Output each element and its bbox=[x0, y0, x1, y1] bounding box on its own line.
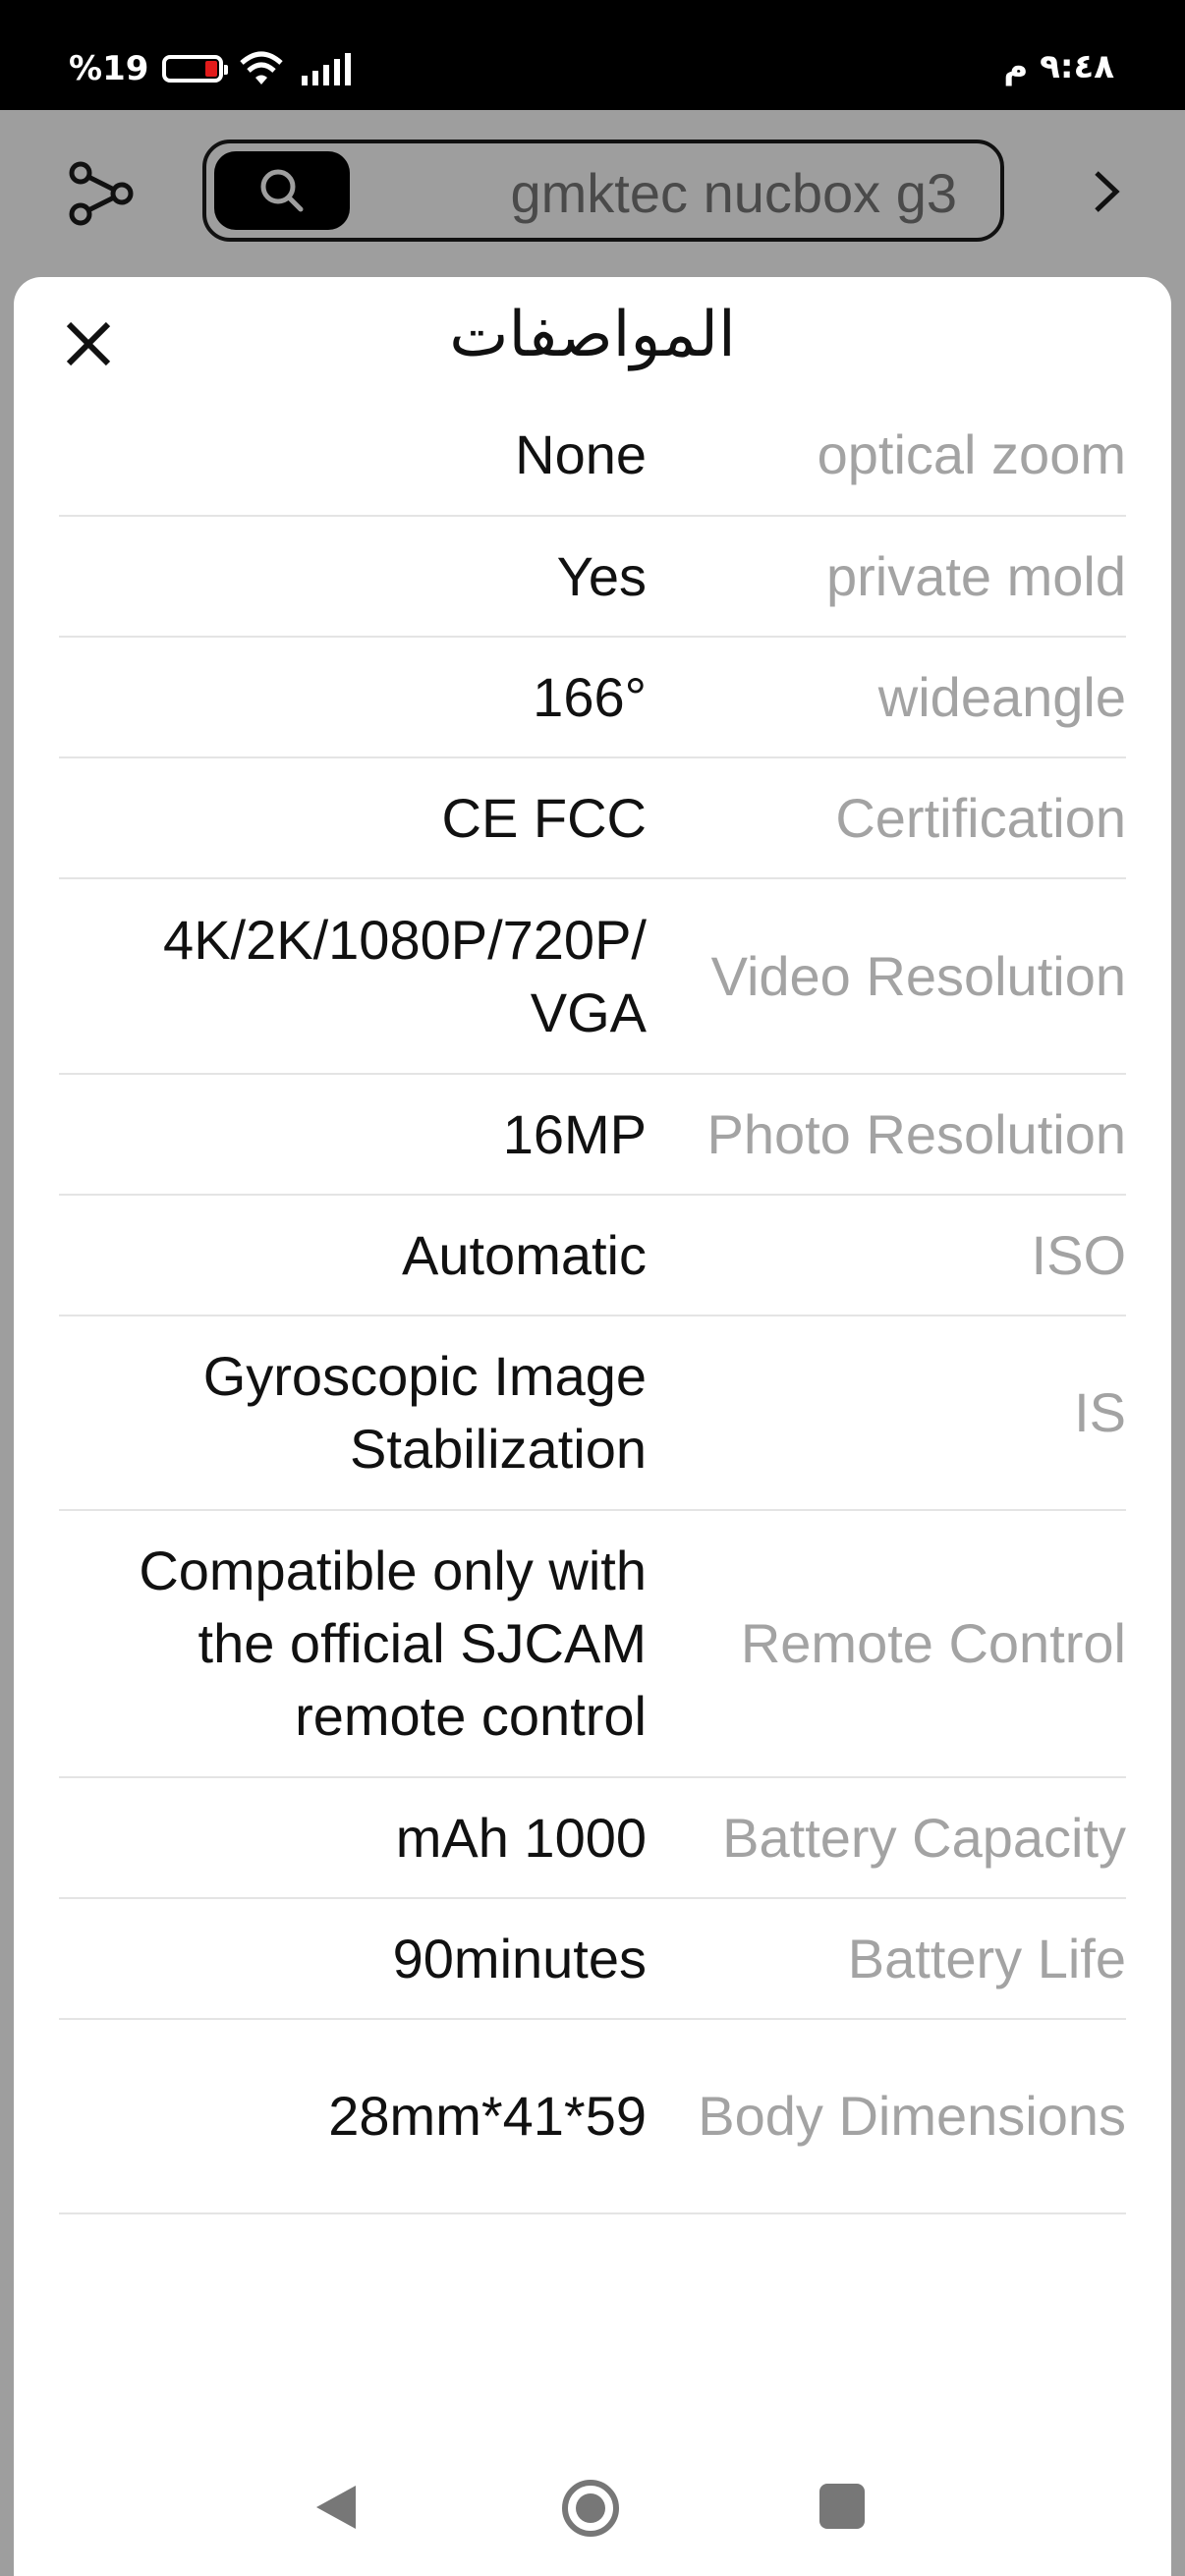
wifi-icon bbox=[240, 51, 284, 84]
status-left: %19 bbox=[69, 49, 355, 88]
spec-row: Compatible only with the official SJCAM … bbox=[59, 1511, 1126, 1778]
spec-label: optical zoom bbox=[817, 423, 1126, 485]
search-query: gmktec nucbox g3 bbox=[510, 162, 957, 224]
spec-value: Yes bbox=[556, 544, 647, 607]
chevron-right-icon[interactable] bbox=[1087, 167, 1126, 216]
spec-value: Compatible only with the official SJCAM … bbox=[139, 1540, 647, 1747]
spec-value: 28mm*41*59 bbox=[328, 2085, 647, 2147]
spec-value: Gyroscopic Image Stabilization bbox=[202, 1345, 647, 1480]
spec-row: Yes private mold bbox=[59, 517, 1126, 638]
search-box[interactable]: gmktec nucbox g3 bbox=[202, 140, 1004, 242]
spec-label: wideangle bbox=[877, 665, 1126, 728]
spec-label: Battery Capacity bbox=[722, 1806, 1126, 1869]
spec-value: mAh 1000 bbox=[395, 1806, 647, 1869]
spec-value: 4K/2K/1080P/720P/ VGA bbox=[163, 908, 647, 1043]
battery-icon bbox=[162, 55, 229, 83]
back-icon[interactable] bbox=[312, 2482, 360, 2533]
recents-icon[interactable] bbox=[819, 2484, 865, 2529]
spec-row: 90minutes Battery Life bbox=[59, 1899, 1126, 2020]
spec-value: 90minutes bbox=[392, 1927, 647, 1989]
spec-row: mAh 1000 Battery Capacity bbox=[59, 1778, 1126, 1899]
clock: ٩:٤٨ م bbox=[1003, 47, 1114, 86]
search-icon bbox=[260, 169, 304, 212]
screen: %19 ٩:٤٨ م gmktec nucbox g3 المواصفات No… bbox=[0, 0, 1185, 2576]
status-bar: %19 ٩:٤٨ م bbox=[0, 0, 1185, 110]
sheet-title: المواصفات bbox=[449, 299, 736, 371]
spec-value: None bbox=[515, 423, 647, 485]
search-button[interactable] bbox=[214, 151, 350, 230]
spec-row: 4K/2K/1080P/720P/ VGA Video Resolution bbox=[59, 879, 1126, 1075]
spec-label: ISO bbox=[1031, 1223, 1126, 1286]
spec-value: Automatic bbox=[402, 1223, 647, 1286]
app-bar: gmktec nucbox g3 bbox=[0, 110, 1185, 277]
battery-percent: %19 bbox=[69, 49, 149, 88]
spec-value: 16MP bbox=[502, 1102, 647, 1165]
spec-row: Gyroscopic Image Stabilization IS bbox=[59, 1316, 1126, 1511]
spec-row: 28mm*41*59 Body Dimensions bbox=[59, 2020, 1126, 2214]
spec-row: Automatic ISO bbox=[59, 1196, 1126, 1316]
system-nav-bar bbox=[0, 2436, 1185, 2576]
spec-row: 166° wideangle bbox=[59, 638, 1126, 758]
home-icon[interactable] bbox=[560, 2478, 621, 2539]
spec-row: None optical zoom bbox=[59, 395, 1126, 517]
spec-label: Battery Life bbox=[847, 1927, 1126, 1989]
spec-label: Video Resolution bbox=[710, 944, 1126, 1007]
spec-row: CE FCC Certification bbox=[59, 758, 1126, 879]
spec-value: CE FCC bbox=[441, 786, 647, 849]
specifications-sheet: المواصفات None optical zoom Yes private … bbox=[14, 277, 1171, 2576]
spec-label: private mold bbox=[825, 544, 1126, 607]
spec-row: 16MP Photo Resolution bbox=[59, 1075, 1126, 1196]
spec-value: 166° bbox=[533, 665, 647, 728]
spec-label: IS bbox=[1074, 1381, 1126, 1443]
signal-icon bbox=[302, 53, 352, 85]
spec-label: Photo Resolution bbox=[706, 1102, 1126, 1165]
specs-list: None optical zoom Yes private mold 166° … bbox=[59, 395, 1126, 2214]
spec-label: Certification bbox=[835, 786, 1126, 849]
spec-label: Body Dimensions bbox=[698, 2085, 1126, 2147]
spec-label: Remote Control bbox=[740, 1612, 1126, 1674]
share-icon[interactable] bbox=[67, 159, 136, 228]
